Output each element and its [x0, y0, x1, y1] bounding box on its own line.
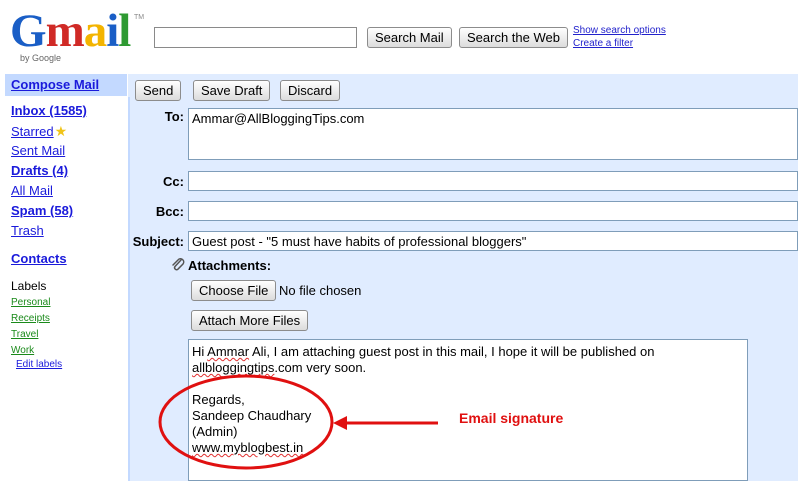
logo-by-google: by Google — [20, 53, 62, 63]
label-work[interactable]: Work — [11, 345, 34, 356]
signature-role: (Admin) — [192, 424, 238, 439]
no-file-chosen-text: No file chosen — [279, 283, 362, 298]
bcc-field[interactable] — [188, 201, 798, 221]
label-receipts[interactable]: Receipts — [11, 313, 50, 324]
sidebar-item-all-mail[interactable]: All Mail — [11, 183, 53, 198]
attach-more-files-button[interactable]: Attach More Files — [191, 310, 309, 331]
sidebar-item-sent[interactable]: Sent Mail — [11, 143, 65, 158]
signature-regards: Regards, — [192, 392, 245, 407]
misspelled-word: Ammar — [207, 344, 250, 359]
subject-field[interactable]: Guest post - "5 must have habits of prof… — [188, 231, 798, 251]
labels-heading: Labels — [11, 279, 47, 293]
compose-mail-link[interactable]: Compose Mail — [11, 77, 99, 92]
cc-label: Cc: — [163, 174, 184, 189]
paperclip-icon — [172, 258, 185, 271]
sidebar-item-label: Starred — [11, 124, 54, 139]
body-line: Hi Ammar Ali, I am attaching guest post … — [192, 344, 655, 359]
discard-button[interactable]: Discard — [280, 80, 341, 101]
misspelled-word: www.myblogbest.in — [192, 440, 304, 455]
label-travel[interactable]: Travel — [11, 329, 38, 340]
compose-panel-edge — [128, 97, 130, 481]
logo-wordmark: Gmail — [10, 5, 131, 57]
label-personal[interactable]: Personal — [11, 297, 50, 308]
attachments-label: Attachments: — [188, 258, 272, 273]
gmail-logo[interactable]: Gmail by Google TM — [10, 5, 144, 66]
signature-site: www.myblogbest.in — [192, 440, 744, 456]
sidebar-item-drafts[interactable]: Drafts (4) — [11, 163, 68, 178]
bcc-label: Bcc: — [155, 204, 184, 219]
cc-field[interactable] — [188, 171, 798, 191]
subject-label: Subject: — [132, 234, 184, 249]
search-web-button[interactable]: Search the Web — [459, 27, 568, 48]
logo-trademark: TM — [134, 14, 145, 21]
edit-labels-link[interactable]: Edit labels — [16, 359, 62, 370]
sidebar-item-trash[interactable]: Trash — [11, 223, 44, 238]
to-field[interactable]: Ammar@AllBloggingTips.com — [188, 108, 798, 160]
search-input[interactable] — [154, 27, 357, 48]
send-button[interactable]: Send — [135, 80, 182, 101]
body-line: allbloggingtips.com very soon. — [192, 360, 367, 375]
save-draft-button[interactable]: Save Draft — [193, 80, 271, 101]
sidebar-item-inbox[interactable]: Inbox (1585) — [11, 103, 87, 118]
sidebar-item-starred[interactable]: Starred★ — [11, 123, 67, 140]
star-icon: ★ — [54, 123, 68, 139]
to-label: To: — [164, 109, 184, 124]
sidebar-item-contacts[interactable]: Contacts — [11, 251, 67, 266]
search-mail-button[interactable]: Search Mail — [367, 27, 452, 48]
show-search-options-link[interactable]: Show search options — [573, 25, 666, 36]
email-signature-annotation: Email signature — [459, 410, 564, 426]
sidebar-item-spam[interactable]: Spam (58) — [11, 203, 73, 218]
create-filter-link[interactable]: Create a filter — [573, 38, 633, 49]
misspelled-word: allbloggingtips — [192, 360, 275, 375]
choose-file-button[interactable]: Choose File — [191, 280, 277, 301]
